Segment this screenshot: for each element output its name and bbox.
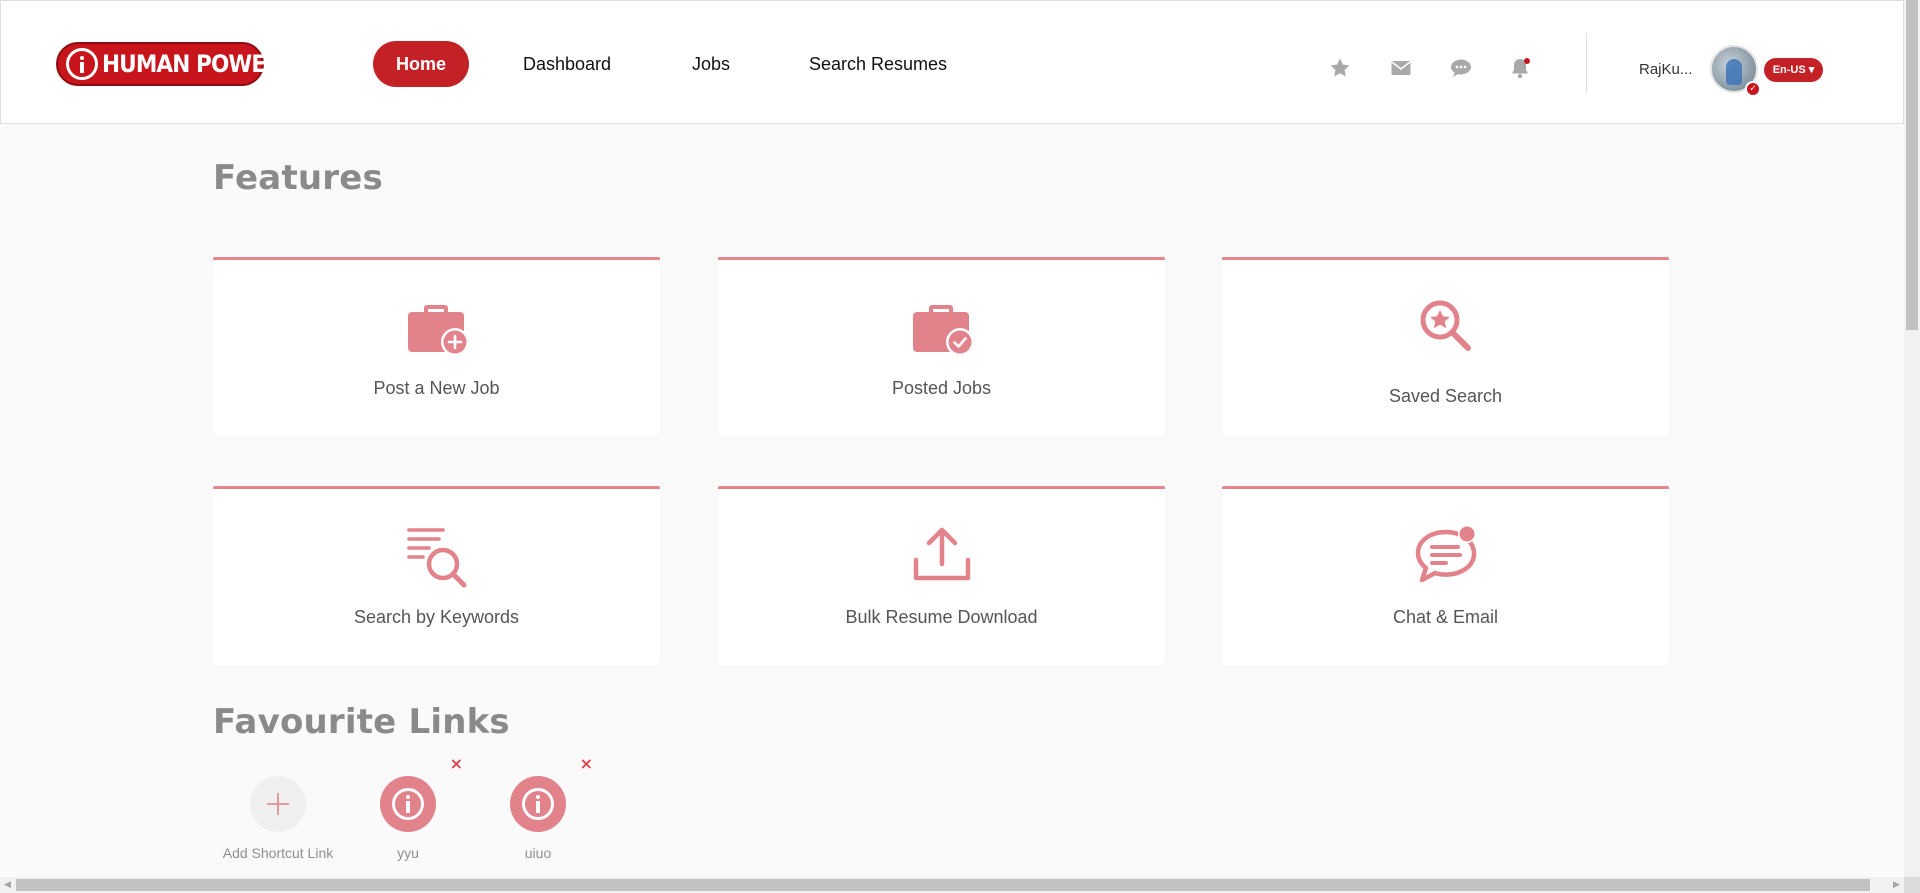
card-post-new-job[interactable]: Post a New Job <box>213 257 660 437</box>
scroll-right-arrow-icon[interactable]: ▶ <box>1893 877 1900 893</box>
avatar[interactable]: ✓ <box>1710 45 1761 97</box>
card-label: Saved Search <box>1388 386 1503 406</box>
page: HUMAN POWER Home Dashboard Jobs Search R… <box>0 0 1920 893</box>
vertical-scrollbar-thumb[interactable] <box>1906 0 1918 330</box>
card-search-by-keywords[interactable]: Search by Keywords <box>213 486 660 666</box>
card-label: Bulk Resume Download <box>845 607 1038 627</box>
power-icon <box>66 48 98 80</box>
power-icon <box>510 776 566 832</box>
mail-icon[interactable] <box>1389 56 1413 80</box>
nav-jobs[interactable]: Jobs <box>692 41 730 87</box>
saved-search-icon <box>1412 293 1480 361</box>
language-dropdown[interactable]: En-US ▾ <box>1764 58 1823 82</box>
card-posted-jobs[interactable]: Posted Jobs <box>718 257 1165 437</box>
briefcase-check-icon <box>908 293 976 361</box>
verified-check-icon: ✓ <box>1745 81 1761 97</box>
favourite-link[interactable]: × yyu <box>343 754 473 861</box>
nav-search-resumes[interactable]: Search Resumes <box>809 41 947 87</box>
favourite-link-label: yyu <box>397 845 419 861</box>
star-icon[interactable] <box>1328 56 1352 80</box>
nav-home[interactable]: Home <box>373 41 469 87</box>
brand-logo[interactable]: HUMAN POWER <box>56 42 282 86</box>
notification-dot <box>1524 58 1530 64</box>
top-header: HUMAN POWER Home Dashboard Jobs Search R… <box>0 0 1904 124</box>
keyword-search-icon <box>403 522 471 590</box>
card-bulk-resume-download[interactable]: Bulk Resume Download <box>718 486 1165 666</box>
avatar-figure <box>1726 59 1742 85</box>
chat-bubble-icon <box>1412 522 1480 590</box>
card-label: Search by Keywords <box>353 607 520 627</box>
card-label: Chat & Email <box>1392 607 1499 627</box>
scrollbar-corner <box>1904 877 1920 893</box>
scroll-left-arrow-icon[interactable]: ◀ <box>4 877 11 893</box>
language-label: En-US <box>1772 64 1806 76</box>
card-saved-search[interactable]: Saved Search <box>1222 257 1669 437</box>
power-icon <box>380 776 436 832</box>
favourite-link-label: uiuo <box>524 845 552 861</box>
plus-icon <box>250 776 306 832</box>
card-chat-email[interactable]: Chat & Email <box>1222 486 1669 666</box>
bell-icon[interactable] <box>1508 56 1532 80</box>
favourite-link[interactable]: × uiuo <box>473 754 603 861</box>
user-name[interactable]: RajKu... <box>1639 61 1692 78</box>
remove-link-icon[interactable]: × <box>580 754 593 773</box>
features-title: Features <box>213 158 383 198</box>
card-label: Post a New Job <box>373 378 500 398</box>
caret-down-icon: ▾ <box>1808 64 1815 76</box>
card-label: Posted Jobs <box>891 378 992 398</box>
brand-logo-text: HUMAN POWER <box>102 50 282 78</box>
add-shortcut-label: Add Shortcut Link <box>222 845 334 861</box>
favourite-links-title: Favourite Links <box>213 702 510 742</box>
nav-dashboard[interactable]: Dashboard <box>523 41 611 87</box>
horizontal-scrollbar-thumb[interactable] <box>16 879 1870 891</box>
remove-link-icon[interactable]: × <box>450 754 463 773</box>
chat-icon[interactable] <box>1449 56 1473 80</box>
add-shortcut-link[interactable]: Add Shortcut Link <box>213 776 343 861</box>
upload-icon <box>908 522 976 590</box>
briefcase-plus-icon <box>403 293 471 361</box>
header-divider <box>1586 33 1587 93</box>
